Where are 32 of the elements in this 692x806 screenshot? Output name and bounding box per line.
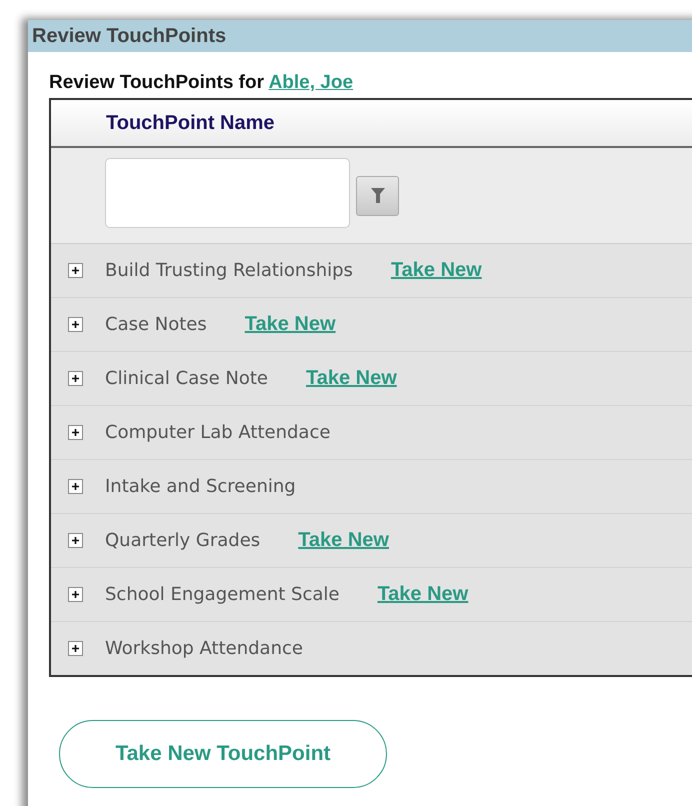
touchpoint-name: Quarterly Grades (105, 530, 260, 551)
filter-field[interactable] (105, 158, 350, 228)
window-title: Review TouchPoints (32, 24, 226, 48)
expand-icon[interactable] (68, 641, 83, 656)
take-new-touchpoint-button[interactable]: Take New TouchPoint (59, 720, 387, 788)
filter-icon (370, 187, 386, 204)
expand-icon[interactable] (68, 425, 83, 440)
touchpoint-name: Computer Lab Attendace (105, 422, 330, 443)
touchpoint-name: Intake and Screening (105, 476, 296, 497)
expand-icon[interactable] (68, 479, 83, 494)
client-link[interactable]: Able, Joe (268, 72, 354, 93)
table-row[interactable]: Quarterly Grades Take New (51, 514, 692, 568)
expand-icon[interactable] (68, 317, 83, 332)
subtitle: Review TouchPoints for Able, Joe (49, 72, 354, 95)
table-row[interactable]: Case Notes Take New (51, 298, 692, 352)
expand-icon[interactable] (68, 371, 83, 386)
expand-icon[interactable] (68, 263, 83, 278)
table-row[interactable]: Computer Lab Attendace (51, 406, 692, 460)
expand-icon[interactable] (68, 533, 83, 548)
table-row[interactable]: Clinical Case Note Take New (51, 352, 692, 406)
filter-button[interactable] (356, 176, 399, 216)
touchpoint-name: Workshop Attendance (105, 638, 303, 659)
expand-icon[interactable] (68, 587, 83, 602)
touchpoint-name: Case Notes (105, 314, 207, 335)
touchpoint-name: Clinical Case Note (105, 368, 268, 389)
touchpoint-name: Build Trusting Relationships (105, 260, 353, 281)
touchpoint-name: School Engagement Scale (105, 584, 340, 605)
column-title: TouchPoint Name (106, 112, 275, 134)
table-row[interactable]: School Engagement Scale Take New (51, 568, 692, 622)
table-row[interactable]: Workshop Attendance (51, 622, 692, 675)
table-row[interactable]: Intake and Screening (51, 460, 692, 514)
table-row[interactable]: Build Trusting Relationships Take New (51, 244, 692, 298)
